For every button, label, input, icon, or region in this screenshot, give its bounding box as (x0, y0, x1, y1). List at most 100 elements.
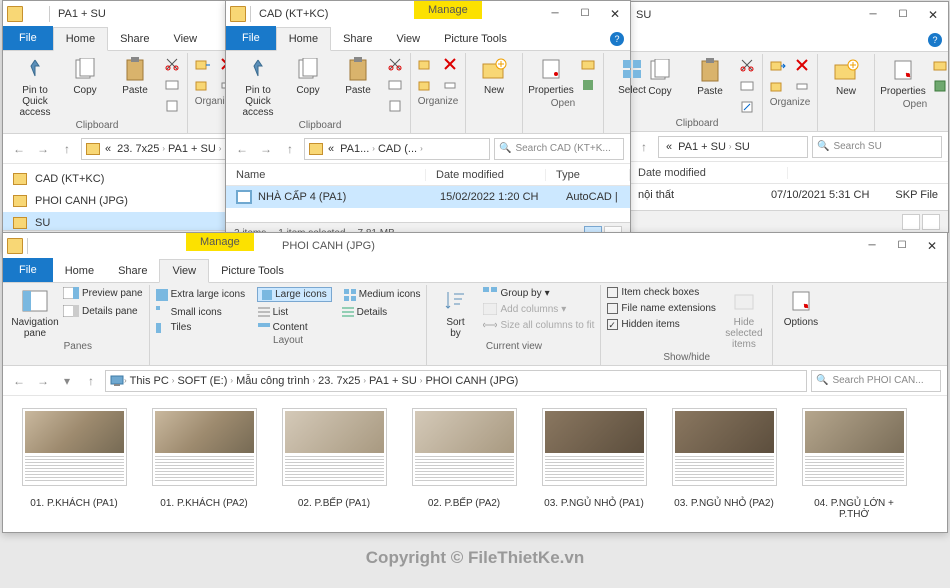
shortcut-icon[interactable] (386, 97, 404, 115)
layout-content[interactable]: Content (258, 322, 308, 333)
properties-button[interactable]: Properties (529, 55, 573, 96)
search-input[interactable]: 🔍Search PHOI CAN... (811, 370, 941, 392)
list-item[interactable]: 02. P.BẾP (PA2) (409, 408, 519, 520)
edit-icon[interactable] (579, 76, 597, 94)
tab-file[interactable]: File (3, 258, 53, 282)
layout-xl[interactable]: Extra large icons (156, 287, 245, 302)
tab-view[interactable]: View (161, 28, 209, 50)
list-item[interactable]: PHOI CANH (JPG) (3, 190, 259, 212)
minimize-button[interactable]: ─ (857, 233, 887, 258)
moveto-icon[interactable] (769, 56, 787, 74)
up-button[interactable]: ↑ (57, 139, 77, 159)
layout-sm[interactable]: Small icons (156, 306, 246, 318)
tab-picturetools[interactable]: Picture Tools (432, 28, 519, 50)
select-button[interactable]: Select (610, 55, 654, 96)
addcolumns-button[interactable]: Add columns ▾ (483, 303, 594, 315)
new-button[interactable]: New (472, 55, 516, 96)
tab-view[interactable]: View (384, 28, 432, 50)
maximize-button[interactable]: ☐ (887, 233, 917, 258)
tab-file[interactable]: File (3, 26, 53, 50)
cut-icon[interactable] (386, 55, 404, 73)
list-item[interactable]: NHÀ CẤP 4 (PA1) 15/02/2022 1:20 CH AutoC… (226, 186, 630, 208)
delete-icon[interactable] (793, 56, 811, 74)
copyto-icon[interactable] (769, 77, 787, 95)
copypath-icon[interactable] (163, 76, 181, 94)
copyto-icon[interactable] (194, 76, 212, 94)
help-icon[interactable]: ? (610, 32, 624, 46)
paste-button[interactable]: Paste (336, 55, 380, 96)
help-icon[interactable]: ? (928, 33, 942, 47)
layout-tiles[interactable]: Tiles (156, 322, 246, 333)
back-button[interactable]: ← (232, 139, 252, 159)
list-item[interactable]: 04. P.NGỦ LỚN + P.THỜ (799, 408, 909, 520)
sort-button[interactable]: Sort by (433, 287, 477, 339)
groupby-button[interactable]: Group by ▾ (483, 287, 594, 299)
view-details-icon[interactable] (902, 214, 920, 230)
tab-share[interactable]: Share (331, 28, 384, 50)
preview-pane-button[interactable]: Preview pane (63, 287, 143, 299)
contextual-tab[interactable]: Manage (186, 233, 254, 251)
list-item[interactable]: CAD (KT+KC) (3, 168, 259, 190)
search-input[interactable]: 🔍Search CAD (KT+K... (494, 138, 624, 160)
pin-button[interactable]: Pin to Quick access (13, 55, 57, 118)
tab-share[interactable]: Share (108, 28, 161, 50)
layout-md[interactable]: Medium icons (344, 287, 421, 302)
tab-view[interactable]: View (159, 259, 209, 283)
copy-button[interactable]: Copy (63, 55, 107, 96)
fwd-button[interactable]: → (33, 371, 53, 391)
column-headers[interactable]: Date modified (628, 162, 948, 184)
open-icon[interactable] (579, 55, 597, 73)
back-button[interactable]: ← (9, 139, 29, 159)
back-button[interactable]: ← (9, 371, 29, 391)
list-item[interactable]: 01. P.KHÁCH (PA2) (149, 408, 259, 520)
list-item[interactable]: 02. P.BẾP (PA1) (279, 408, 389, 520)
minimize-button[interactable]: ─ (540, 1, 570, 26)
list-item[interactable]: 03. P.NGỦ NHỎ (PA1) (539, 408, 649, 520)
tab-share[interactable]: Share (106, 260, 159, 282)
open-icon[interactable] (931, 56, 949, 74)
navpane-button[interactable]: Navigation pane (13, 287, 57, 339)
options-button[interactable]: Options (779, 287, 823, 328)
maximize-button[interactable]: ☐ (570, 1, 600, 26)
cut-icon[interactable] (163, 55, 181, 73)
properties-button[interactable]: Properties (881, 56, 925, 97)
delete-icon[interactable] (441, 55, 459, 73)
maximize-button[interactable]: ☐ (888, 2, 918, 27)
search-input[interactable]: 🔍Search SU (812, 136, 942, 158)
check-file-ext[interactable]: File name extensions (607, 303, 716, 314)
layout-details[interactable]: Details (342, 306, 388, 318)
paste-button[interactable]: Paste (688, 56, 732, 97)
minimize-button[interactable]: ─ (858, 2, 888, 27)
up-button[interactable]: ↑ (280, 139, 300, 159)
check-hidden[interactable]: Hidden items (607, 319, 716, 330)
list-item[interactable]: nội thất 07/10/2021 5:31 CH SKP File (628, 184, 948, 206)
view-icons-icon[interactable] (922, 214, 940, 230)
new-button[interactable]: New (824, 56, 868, 97)
copyto-icon[interactable] (417, 76, 435, 94)
copy-button[interactable]: Copy (286, 55, 330, 96)
moveto-icon[interactable] (194, 55, 212, 73)
contextual-tab[interactable]: Manage (414, 1, 482, 19)
pin-button[interactable]: Pin to Quick access (236, 55, 280, 118)
shortcut-icon[interactable] (738, 98, 756, 116)
details-pane-button[interactable]: Details pane (63, 305, 143, 317)
cut-icon[interactable] (738, 56, 756, 74)
breadcrumb[interactable]: «PA1...›CAD (...› (304, 138, 490, 160)
layout-list[interactable]: List (258, 306, 330, 318)
rename-icon[interactable] (441, 76, 459, 94)
shortcut-icon[interactable] (163, 97, 181, 115)
copypath-icon[interactable] (386, 76, 404, 94)
close-button[interactable]: ✕ (600, 1, 630, 26)
fwd-button[interactable]: → (256, 139, 276, 159)
list-item[interactable]: 01. P.KHÁCH (PA1) (19, 408, 129, 520)
up-button[interactable]: ↑ (634, 137, 654, 157)
hidesel-button[interactable]: Hide selected items (722, 287, 766, 350)
sizecolumns-button[interactable]: Size all columns to fit (483, 319, 594, 331)
qat-icon[interactable] (27, 5, 45, 23)
tab-file[interactable]: File (226, 26, 276, 50)
tab-home[interactable]: Home (53, 27, 108, 51)
rename-icon[interactable] (793, 77, 811, 95)
breadcrumb[interactable]: «PA1 + SU›SU (658, 136, 808, 158)
tab-home[interactable]: Home (53, 260, 106, 282)
tab-home[interactable]: Home (276, 27, 331, 51)
